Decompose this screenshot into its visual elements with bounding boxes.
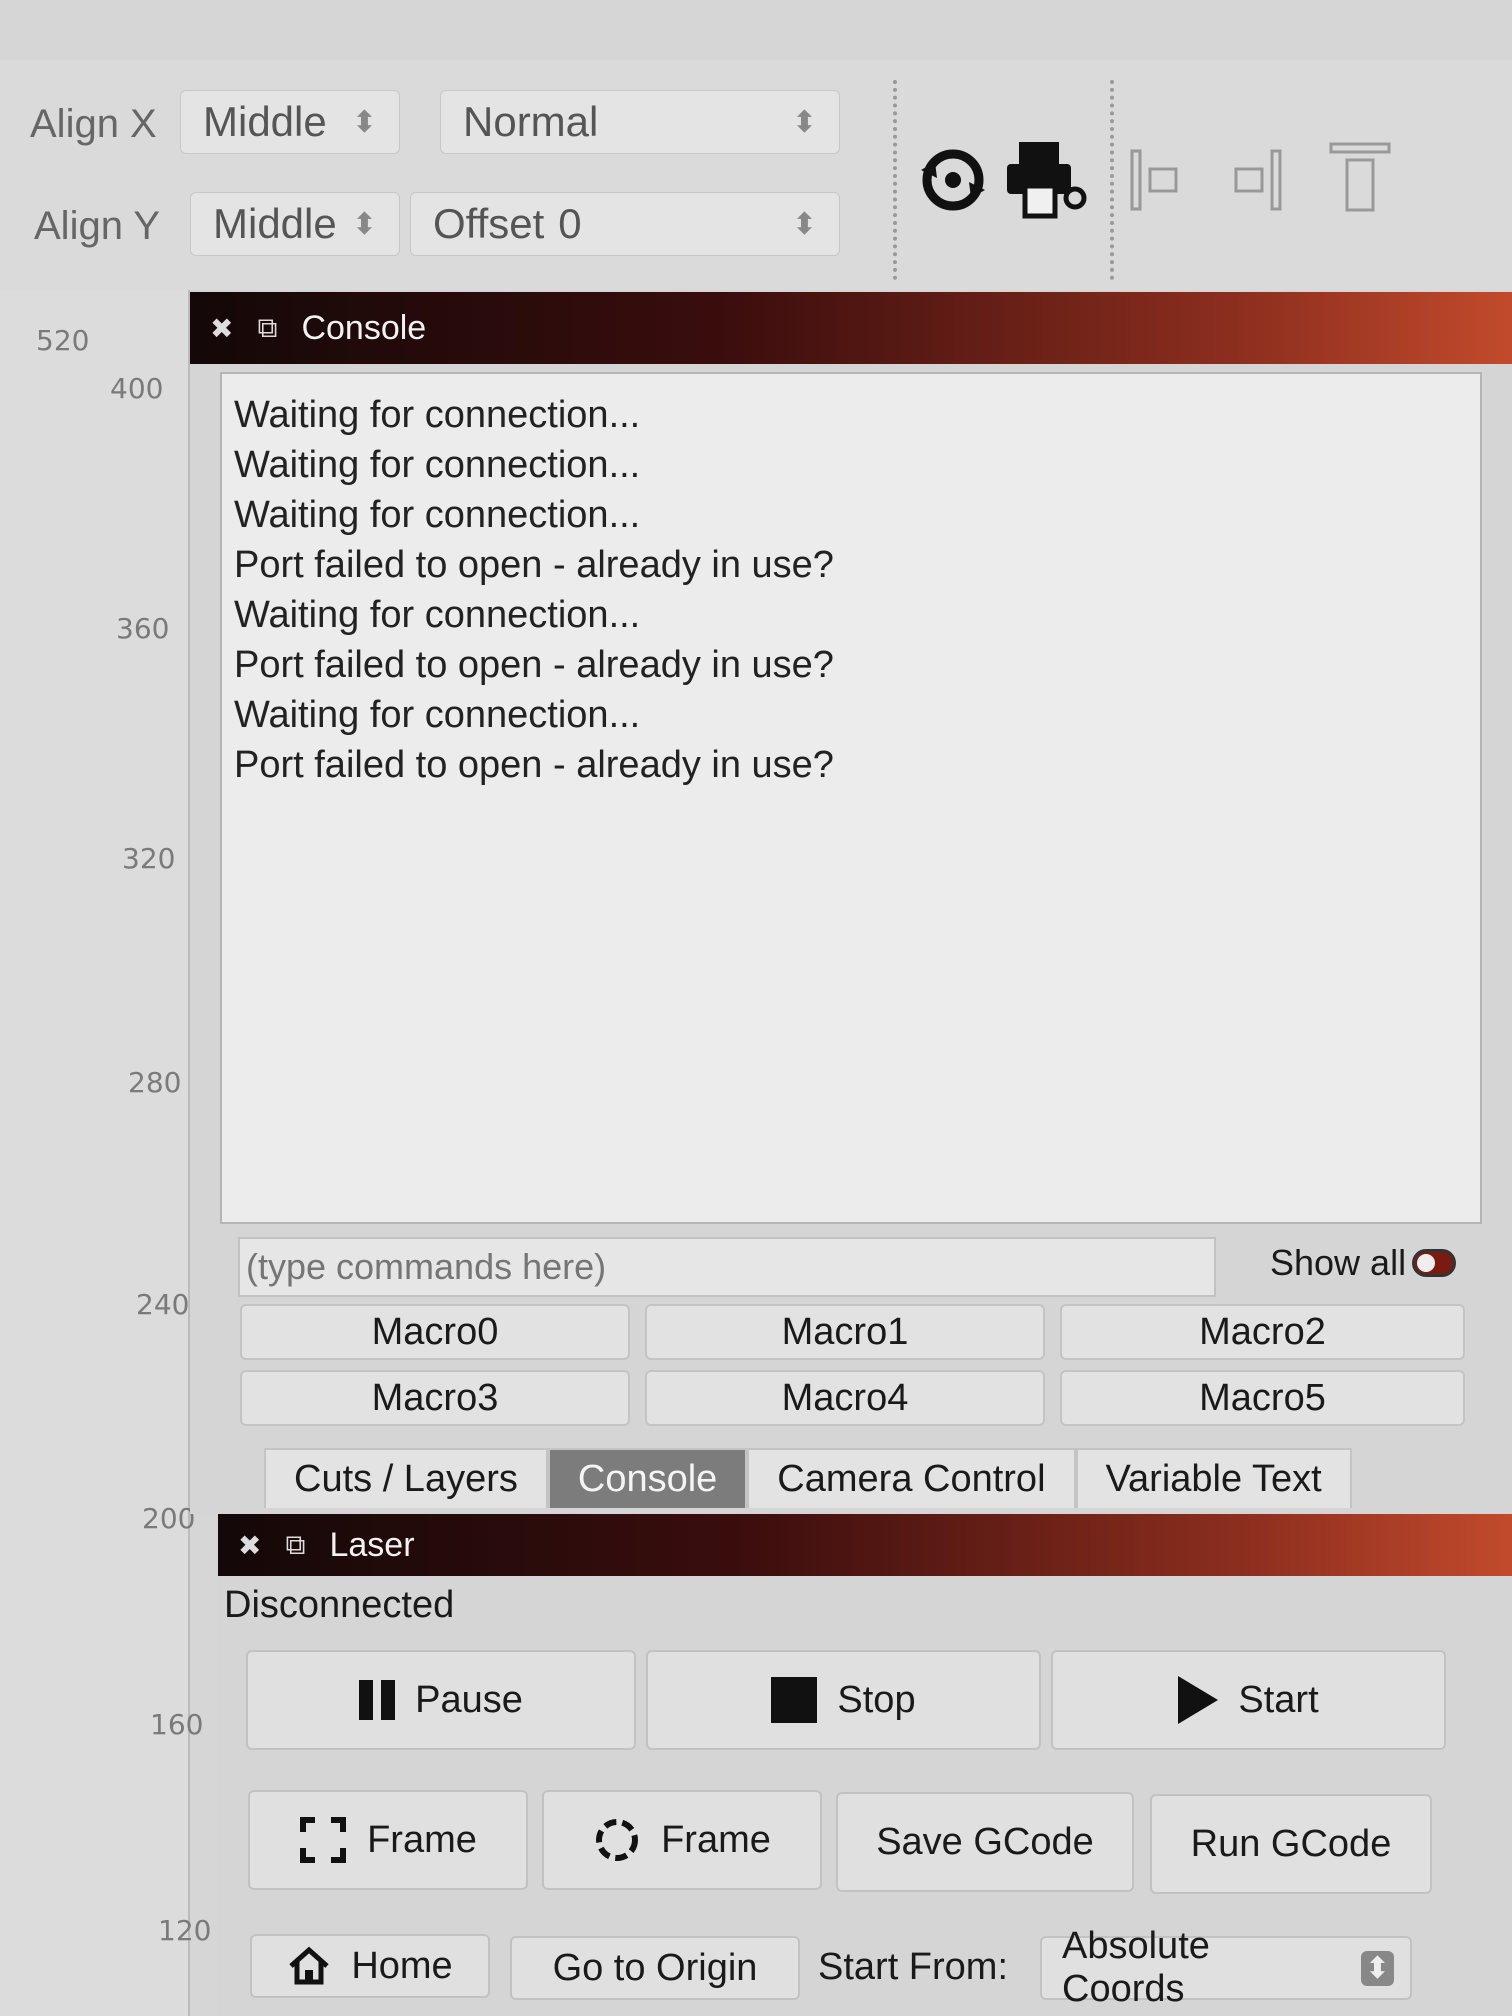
align-x-value: Middle xyxy=(203,98,327,145)
macro0-button[interactable]: Macro0 xyxy=(240,1304,630,1360)
laser-panel: ✖ ⧉ Laser Disconnected Pause Stop Start … xyxy=(218,1514,1512,2016)
console-title: Console xyxy=(301,308,427,347)
align-left-icon[interactable] xyxy=(1125,135,1195,225)
ruler-tick: 360 xyxy=(116,612,170,645)
pause-icon xyxy=(359,1680,396,1720)
console-line: Waiting for connection... xyxy=(234,444,641,486)
align-y-value: Middle xyxy=(213,200,337,247)
macro5-button[interactable]: Macro5 xyxy=(1060,1370,1465,1426)
console-panel: ✖ ⧉ Console Waiting for connection... Wa… xyxy=(190,292,1512,1514)
mode-value: Normal xyxy=(463,98,599,145)
vertical-ruler: 520 400 360 320 280 240 200 160 120 xyxy=(0,290,211,2016)
updown-icon: ⬍ xyxy=(351,105,377,139)
panel-tabs: Cuts / Layers Console Camera Control Var… xyxy=(264,1448,1352,1508)
float-icon[interactable]: ⧉ xyxy=(257,312,277,345)
offset-field[interactable]: Offset 0 ⬍ xyxy=(410,192,840,256)
ruler-tick: 400 xyxy=(110,372,164,405)
save-gcode-button[interactable]: Save GCode xyxy=(836,1792,1134,1892)
updown-icon: ⬍ xyxy=(351,207,377,241)
ruler-tick: 200 xyxy=(142,1502,196,1535)
go-to-origin-button[interactable]: Go to Origin xyxy=(510,1936,800,2000)
macro4-button[interactable]: Macro4 xyxy=(645,1370,1045,1426)
tab-cuts-layers[interactable]: Cuts / Layers xyxy=(264,1448,548,1508)
frame-rect-label: Frame xyxy=(367,1818,477,1861)
toolbar-divider xyxy=(1110,80,1114,280)
start-button[interactable]: Start xyxy=(1051,1650,1446,1750)
pause-label: Pause xyxy=(415,1678,523,1721)
align-y-select[interactable]: Middle ⬍ xyxy=(190,192,400,256)
show-all-label: Show all xyxy=(1270,1242,1407,1283)
frame-rect-button[interactable]: Frame xyxy=(248,1790,528,1890)
start-label: Start xyxy=(1238,1678,1319,1721)
align-x-select[interactable]: Middle ⬍ xyxy=(180,90,400,154)
start-from-value: Absolute Coords xyxy=(1062,1925,1210,2010)
console-line: Port failed to open - already in use? xyxy=(234,744,834,786)
offset-value: 0 xyxy=(558,200,582,247)
start-from-select[interactable]: Absolute Coords ⬍ xyxy=(1040,1925,1412,2010)
ruler-tick: 240 xyxy=(136,1288,190,1321)
console-output[interactable]: Waiting for connection... Waiting for co… xyxy=(220,372,1482,1224)
toolbar-divider xyxy=(893,80,897,280)
offset-label: Offset xyxy=(433,200,545,247)
close-icon[interactable]: ✖ xyxy=(210,312,233,345)
run-gcode-button[interactable]: Run GCode xyxy=(1150,1794,1432,1894)
updown-icon: ⬍ xyxy=(791,105,817,139)
laser-title-bar: ✖ ⧉ Laser xyxy=(218,1514,1512,1576)
toggle-switch[interactable] xyxy=(1412,1249,1457,1277)
ruler-tick: 320 xyxy=(122,842,176,875)
close-icon[interactable]: ✖ xyxy=(238,1529,261,1562)
frame-rect-icon xyxy=(300,1817,347,1863)
frame-round-icon xyxy=(596,1819,639,1861)
console-title-bar: ✖ ⧉ Console xyxy=(190,292,1512,364)
pause-button[interactable]: Pause xyxy=(246,1650,636,1750)
stop-icon xyxy=(771,1677,818,1723)
show-all-toggle[interactable]: Show all xyxy=(1270,1242,1457,1284)
laser-machine-icon[interactable] xyxy=(1000,130,1090,230)
home-icon xyxy=(289,1946,329,1985)
updown-icon: ⬍ xyxy=(791,207,817,241)
frame-round-label: Frame xyxy=(661,1818,771,1861)
align-top-icon[interactable] xyxy=(1320,130,1400,230)
ruler-tick: 520 xyxy=(36,324,90,357)
console-line: Port failed to open - already in use? xyxy=(234,644,834,686)
console-line: Waiting for connection... xyxy=(234,394,641,436)
laser-title: Laser xyxy=(329,1525,415,1564)
console-line: Waiting for connection... xyxy=(234,694,641,736)
float-icon[interactable]: ⧉ xyxy=(285,1529,305,1562)
tab-camera-control[interactable]: Camera Control xyxy=(747,1448,1076,1508)
frame-round-button[interactable]: Frame xyxy=(542,1790,822,1890)
align-x-label: Align X xyxy=(30,102,157,146)
stop-label: Stop xyxy=(837,1678,916,1721)
home-label: Home xyxy=(351,1944,453,1987)
ruler-tick: 120 xyxy=(158,1914,212,1947)
ruler-tick: 160 xyxy=(150,1708,204,1741)
console-line: Waiting for connection... xyxy=(234,594,641,636)
console-line: Port failed to open - already in use? xyxy=(234,544,834,586)
play-icon xyxy=(1178,1676,1219,1724)
stop-button[interactable]: Stop xyxy=(646,1650,1041,1750)
home-button[interactable]: Home xyxy=(250,1934,490,1998)
macro2-button[interactable]: Macro2 xyxy=(1060,1304,1465,1360)
connection-status: Disconnected xyxy=(224,1584,455,1626)
macro1-button[interactable]: Macro1 xyxy=(645,1304,1045,1360)
rotary-icon[interactable] xyxy=(905,130,1000,230)
start-from-label: Start From: xyxy=(818,1946,1009,1988)
align-right-icon[interactable] xyxy=(1225,135,1295,225)
console-line: Waiting for connection... xyxy=(234,494,641,536)
command-input[interactable] xyxy=(238,1237,1216,1297)
align-y-label: Align Y xyxy=(34,204,161,248)
ruler-tick: 280 xyxy=(128,1066,182,1099)
updown-icon: ⬍ xyxy=(1360,1950,1394,1986)
mode-select[interactable]: Normal ⬍ xyxy=(440,90,840,154)
tab-variable-text[interactable]: Variable Text xyxy=(1075,1448,1352,1508)
tab-console[interactable]: Console xyxy=(547,1448,748,1508)
macro3-button[interactable]: Macro3 xyxy=(240,1370,630,1426)
toolbar: Align X Middle ⬍ Normal ⬍ Align Y Middle… xyxy=(0,60,1512,290)
